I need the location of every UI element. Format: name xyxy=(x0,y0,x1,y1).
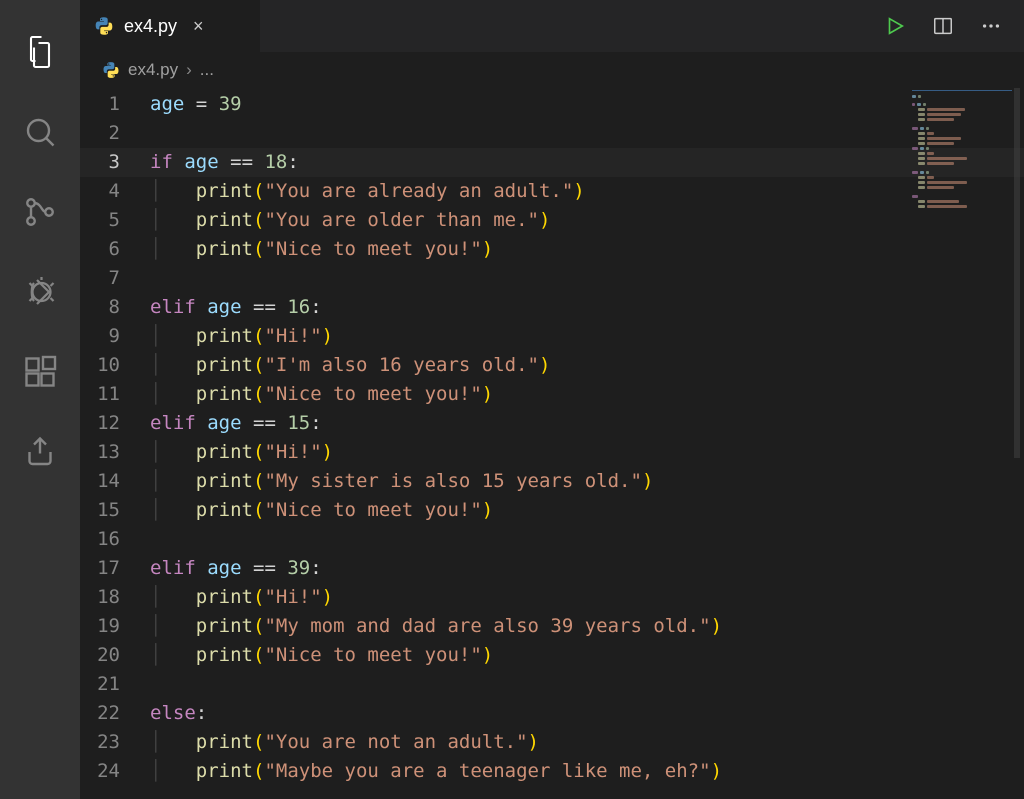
activity-bar xyxy=(0,0,80,799)
code-line[interactable]: age = 39 xyxy=(150,90,722,119)
line-number-gutter: 123456789101112131415161718192021222324 xyxy=(80,88,150,799)
code-editor[interactable]: 123456789101112131415161718192021222324 … xyxy=(80,88,1024,799)
line-number: 17 xyxy=(80,554,120,583)
code-line[interactable] xyxy=(150,670,722,699)
line-number: 4 xyxy=(80,177,120,206)
code-line[interactable] xyxy=(150,264,722,293)
code-line[interactable]: │ print("My mom and dad are also 39 year… xyxy=(150,612,722,641)
code-line[interactable]: │ print("Nice to meet you!") xyxy=(150,380,722,409)
line-number: 19 xyxy=(80,612,120,641)
code-line[interactable]: │ print("Hi!") xyxy=(150,438,722,467)
line-number: 6 xyxy=(80,235,120,264)
breadcrumb-filename: ex4.py xyxy=(128,60,178,80)
line-number: 18 xyxy=(80,583,120,612)
tab-filename: ex4.py xyxy=(124,16,177,37)
chevron-right-icon: › xyxy=(186,60,192,80)
line-number: 8 xyxy=(80,293,120,322)
code-line[interactable]: │ print("Hi!") xyxy=(150,583,722,612)
minimap[interactable] xyxy=(912,88,1012,208)
code-line[interactable]: │ print("Nice to meet you!") xyxy=(150,235,722,264)
line-number: 1 xyxy=(80,90,120,119)
line-number: 11 xyxy=(80,380,120,409)
more-actions-icon[interactable] xyxy=(980,15,1002,37)
code-line[interactable]: │ print("Maybe you are a teenager like m… xyxy=(150,757,722,786)
code-line[interactable]: │ print("My sister is also 15 years old.… xyxy=(150,467,722,496)
breadcrumb[interactable]: ex4.py › ... xyxy=(80,52,1024,88)
code-line[interactable]: │ print("Nice to meet you!") xyxy=(150,641,722,670)
code-line[interactable]: │ print("You are already an adult.") xyxy=(150,177,722,206)
python-file-icon xyxy=(102,61,120,79)
live-share-icon[interactable] xyxy=(0,412,80,492)
line-number: 2 xyxy=(80,119,120,148)
code-line[interactable]: │ print("You are older than me.") xyxy=(150,206,722,235)
line-number: 21 xyxy=(80,670,120,699)
line-number: 24 xyxy=(80,757,120,786)
line-number: 10 xyxy=(80,351,120,380)
line-number: 3 xyxy=(80,148,120,177)
code-line[interactable]: elif age == 15: xyxy=(150,409,722,438)
code-line[interactable] xyxy=(150,525,722,554)
line-number: 16 xyxy=(80,525,120,554)
code-line[interactable]: │ print("Nice to meet you!") xyxy=(150,496,722,525)
split-editor-icon[interactable] xyxy=(932,15,954,37)
explorer-icon[interactable] xyxy=(0,12,80,92)
editor-area: ex4.py × ex4.py › ... 123456789101112131… xyxy=(80,0,1024,799)
code-line[interactable]: elif age == 16: xyxy=(150,293,722,322)
code-line[interactable]: if age == 18: xyxy=(150,148,722,177)
code-line[interactable] xyxy=(150,119,722,148)
line-number: 13 xyxy=(80,438,120,467)
code-line[interactable]: │ print("Hi!") xyxy=(150,322,722,351)
line-number: 15 xyxy=(80,496,120,525)
run-button[interactable] xyxy=(884,15,906,37)
breadcrumb-rest: ... xyxy=(200,60,214,80)
code-line[interactable]: │ print("I'm also 16 years old.") xyxy=(150,351,722,380)
line-number: 20 xyxy=(80,641,120,670)
python-file-icon xyxy=(94,16,114,36)
line-number: 23 xyxy=(80,728,120,757)
line-number: 9 xyxy=(80,322,120,351)
code-line[interactable]: elif age == 39: xyxy=(150,554,722,583)
line-number: 5 xyxy=(80,206,120,235)
line-number: 12 xyxy=(80,409,120,438)
extensions-icon[interactable] xyxy=(0,332,80,412)
code-content[interactable]: age = 39 if age == 18:│ print("You are a… xyxy=(150,88,722,799)
search-icon[interactable] xyxy=(0,92,80,172)
debug-icon[interactable] xyxy=(0,252,80,332)
tab-ex4[interactable]: ex4.py × xyxy=(80,0,260,52)
line-number: 14 xyxy=(80,467,120,496)
close-tab-icon[interactable]: × xyxy=(193,16,204,37)
line-number: 7 xyxy=(80,264,120,293)
line-number: 22 xyxy=(80,699,120,728)
tab-bar: ex4.py × xyxy=(80,0,1024,52)
source-control-icon[interactable] xyxy=(0,172,80,252)
code-line[interactable]: else: xyxy=(150,699,722,728)
code-line[interactable]: │ print("You are not an adult.") xyxy=(150,728,722,757)
